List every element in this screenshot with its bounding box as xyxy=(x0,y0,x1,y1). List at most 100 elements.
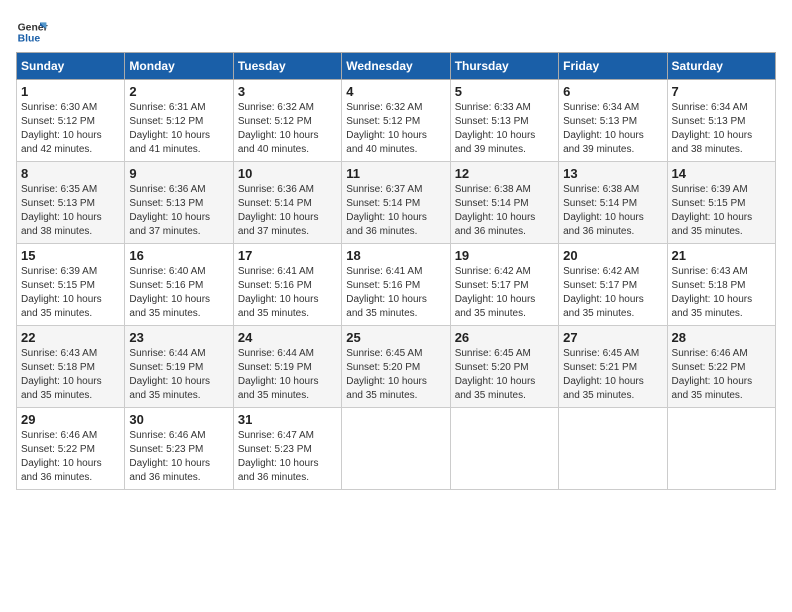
calendar-cell: 4 Sunrise: 6:32 AM Sunset: 5:12 PM Dayli… xyxy=(342,80,450,162)
day-info: Sunrise: 6:45 AM Sunset: 5:20 PM Dayligh… xyxy=(346,347,445,403)
sunset-label: Sunset: 5:13 PM xyxy=(563,116,637,127)
day-info: Sunrise: 6:35 AM Sunset: 5:13 PM Dayligh… xyxy=(21,183,120,239)
sunrise-label: Sunrise: 6:39 AM xyxy=(672,184,748,195)
day-number: 20 xyxy=(563,248,662,263)
calendar-cell: 7 Sunrise: 6:34 AM Sunset: 5:13 PM Dayli… xyxy=(667,80,775,162)
sunset-label: Sunset: 5:13 PM xyxy=(129,198,203,209)
daylight-label: Daylight: 10 hours and 42 minutes. xyxy=(21,130,102,155)
daylight-label: Daylight: 10 hours and 39 minutes. xyxy=(455,130,536,155)
day-info: Sunrise: 6:36 AM Sunset: 5:14 PM Dayligh… xyxy=(238,183,337,239)
daylight-label: Daylight: 10 hours and 37 minutes. xyxy=(238,212,319,237)
calendar-cell: 24 Sunrise: 6:44 AM Sunset: 5:19 PM Dayl… xyxy=(233,326,341,408)
calendar-cell: 30 Sunrise: 6:46 AM Sunset: 5:23 PM Dayl… xyxy=(125,408,233,490)
sunset-label: Sunset: 5:13 PM xyxy=(672,116,746,127)
calendar-cell: 9 Sunrise: 6:36 AM Sunset: 5:13 PM Dayli… xyxy=(125,162,233,244)
sunset-label: Sunset: 5:22 PM xyxy=(21,444,95,455)
day-number: 7 xyxy=(672,84,771,99)
sunrise-label: Sunrise: 6:46 AM xyxy=(129,430,205,441)
calendar-cell: 11 Sunrise: 6:37 AM Sunset: 5:14 PM Dayl… xyxy=(342,162,450,244)
calendar-cell xyxy=(342,408,450,490)
daylight-label: Daylight: 10 hours and 35 minutes. xyxy=(563,294,644,319)
day-info: Sunrise: 6:32 AM Sunset: 5:12 PM Dayligh… xyxy=(238,101,337,157)
weekday-header: Sunday xyxy=(17,53,125,80)
daylight-label: Daylight: 10 hours and 40 minutes. xyxy=(346,130,427,155)
day-info: Sunrise: 6:33 AM Sunset: 5:13 PM Dayligh… xyxy=(455,101,554,157)
day-info: Sunrise: 6:46 AM Sunset: 5:23 PM Dayligh… xyxy=(129,429,228,485)
sunrise-label: Sunrise: 6:34 AM xyxy=(563,102,639,113)
day-info: Sunrise: 6:41 AM Sunset: 5:16 PM Dayligh… xyxy=(238,265,337,321)
day-number: 2 xyxy=(129,84,228,99)
calendar-week-row: 22 Sunrise: 6:43 AM Sunset: 5:18 PM Dayl… xyxy=(17,326,776,408)
sunset-label: Sunset: 5:19 PM xyxy=(129,362,203,373)
calendar-table: SundayMondayTuesdayWednesdayThursdayFrid… xyxy=(16,52,776,490)
sunset-label: Sunset: 5:14 PM xyxy=(238,198,312,209)
sunset-label: Sunset: 5:12 PM xyxy=(238,116,312,127)
sunrise-label: Sunrise: 6:39 AM xyxy=(21,266,97,277)
sunrise-label: Sunrise: 6:45 AM xyxy=(455,348,531,359)
weekday-header: Tuesday xyxy=(233,53,341,80)
day-number: 23 xyxy=(129,330,228,345)
daylight-label: Daylight: 10 hours and 37 minutes. xyxy=(129,212,210,237)
day-info: Sunrise: 6:30 AM Sunset: 5:12 PM Dayligh… xyxy=(21,101,120,157)
day-info: Sunrise: 6:39 AM Sunset: 5:15 PM Dayligh… xyxy=(21,265,120,321)
daylight-label: Daylight: 10 hours and 35 minutes. xyxy=(238,376,319,401)
sunset-label: Sunset: 5:12 PM xyxy=(129,116,203,127)
day-number: 11 xyxy=(346,166,445,181)
day-number: 9 xyxy=(129,166,228,181)
calendar-week-row: 29 Sunrise: 6:46 AM Sunset: 5:22 PM Dayl… xyxy=(17,408,776,490)
sunrise-label: Sunrise: 6:42 AM xyxy=(455,266,531,277)
weekday-header: Thursday xyxy=(450,53,558,80)
sunset-label: Sunset: 5:12 PM xyxy=(346,116,420,127)
calendar-cell: 28 Sunrise: 6:46 AM Sunset: 5:22 PM Dayl… xyxy=(667,326,775,408)
sunrise-label: Sunrise: 6:37 AM xyxy=(346,184,422,195)
daylight-label: Daylight: 10 hours and 35 minutes. xyxy=(346,376,427,401)
calendar-cell xyxy=(450,408,558,490)
daylight-label: Daylight: 10 hours and 36 minutes. xyxy=(129,458,210,483)
sunrise-label: Sunrise: 6:41 AM xyxy=(346,266,422,277)
day-number: 6 xyxy=(563,84,662,99)
page-header: General Blue xyxy=(16,16,776,48)
day-info: Sunrise: 6:37 AM Sunset: 5:14 PM Dayligh… xyxy=(346,183,445,239)
calendar-cell: 19 Sunrise: 6:42 AM Sunset: 5:17 PM Dayl… xyxy=(450,244,558,326)
day-number: 15 xyxy=(21,248,120,263)
weekday-header: Friday xyxy=(559,53,667,80)
day-info: Sunrise: 6:32 AM Sunset: 5:12 PM Dayligh… xyxy=(346,101,445,157)
calendar-cell: 2 Sunrise: 6:31 AM Sunset: 5:12 PM Dayli… xyxy=(125,80,233,162)
day-number: 31 xyxy=(238,412,337,427)
day-info: Sunrise: 6:43 AM Sunset: 5:18 PM Dayligh… xyxy=(21,347,120,403)
sunset-label: Sunset: 5:19 PM xyxy=(238,362,312,373)
day-number: 12 xyxy=(455,166,554,181)
sunset-label: Sunset: 5:17 PM xyxy=(563,280,637,291)
sunset-label: Sunset: 5:16 PM xyxy=(346,280,420,291)
day-number: 8 xyxy=(21,166,120,181)
daylight-label: Daylight: 10 hours and 39 minutes. xyxy=(563,130,644,155)
day-number: 16 xyxy=(129,248,228,263)
sunrise-label: Sunrise: 6:46 AM xyxy=(672,348,748,359)
sunrise-label: Sunrise: 6:44 AM xyxy=(129,348,205,359)
day-info: Sunrise: 6:42 AM Sunset: 5:17 PM Dayligh… xyxy=(455,265,554,321)
calendar-cell: 3 Sunrise: 6:32 AM Sunset: 5:12 PM Dayli… xyxy=(233,80,341,162)
sunset-label: Sunset: 5:14 PM xyxy=(563,198,637,209)
daylight-label: Daylight: 10 hours and 35 minutes. xyxy=(21,376,102,401)
sunset-label: Sunset: 5:18 PM xyxy=(21,362,95,373)
day-info: Sunrise: 6:36 AM Sunset: 5:13 PM Dayligh… xyxy=(129,183,228,239)
day-info: Sunrise: 6:38 AM Sunset: 5:14 PM Dayligh… xyxy=(563,183,662,239)
day-info: Sunrise: 6:42 AM Sunset: 5:17 PM Dayligh… xyxy=(563,265,662,321)
weekday-header: Wednesday xyxy=(342,53,450,80)
calendar-cell: 8 Sunrise: 6:35 AM Sunset: 5:13 PM Dayli… xyxy=(17,162,125,244)
daylight-label: Daylight: 10 hours and 35 minutes. xyxy=(129,376,210,401)
daylight-label: Daylight: 10 hours and 35 minutes. xyxy=(455,376,536,401)
calendar-cell: 16 Sunrise: 6:40 AM Sunset: 5:16 PM Dayl… xyxy=(125,244,233,326)
sunrise-label: Sunrise: 6:41 AM xyxy=(238,266,314,277)
daylight-label: Daylight: 10 hours and 40 minutes. xyxy=(238,130,319,155)
sunset-label: Sunset: 5:20 PM xyxy=(346,362,420,373)
day-number: 24 xyxy=(238,330,337,345)
day-number: 27 xyxy=(563,330,662,345)
sunset-label: Sunset: 5:22 PM xyxy=(672,362,746,373)
sunrise-label: Sunrise: 6:45 AM xyxy=(563,348,639,359)
day-number: 22 xyxy=(21,330,120,345)
sunrise-label: Sunrise: 6:34 AM xyxy=(672,102,748,113)
sunrise-label: Sunrise: 6:35 AM xyxy=(21,184,97,195)
day-info: Sunrise: 6:31 AM Sunset: 5:12 PM Dayligh… xyxy=(129,101,228,157)
daylight-label: Daylight: 10 hours and 35 minutes. xyxy=(21,294,102,319)
